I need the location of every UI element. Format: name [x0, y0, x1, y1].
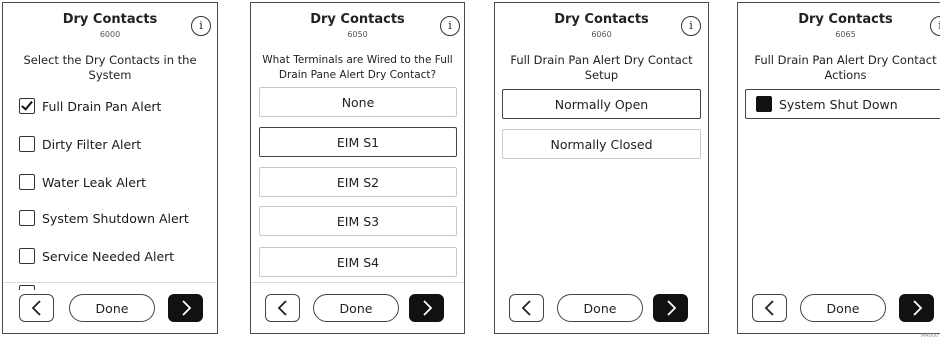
checkbox-checked-icon[interactable]: [19, 98, 35, 114]
chevron-right-icon: [181, 300, 191, 316]
info-icon[interactable]: i: [440, 16, 460, 36]
checkbox-label: System Shutdown Alert: [42, 210, 189, 226]
checkbox-label: Service Needed Alert: [42, 248, 175, 264]
checkbox-label: System Shut Down: [779, 96, 898, 112]
screen-prompt-text: Full Drain Pan Alert Dry Contact Actions: [754, 53, 937, 82]
option-eim-s2[interactable]: EIM S2: [259, 167, 457, 197]
chevron-left-icon: [764, 300, 774, 316]
screen-prompt: Select the Dry Contacts in the System: [23, 53, 197, 82]
option-normally-open[interactable]: Normally Open: [502, 89, 701, 119]
back-button[interactable]: [265, 294, 300, 322]
screen-code: 6000: [99, 30, 121, 39]
info-icon[interactable]: i: [681, 16, 701, 36]
screen-code: 6050: [347, 30, 368, 39]
chevron-right-icon: [422, 300, 432, 316]
screen-footer: Done: [251, 282, 464, 333]
checkbox-system-shutdown-alert[interactable]: System Shutdown Alert: [19, 209, 189, 227]
screen-title: Dry Contacts: [62, 12, 158, 27]
option-normally-closed[interactable]: Normally Closed: [502, 129, 701, 159]
info-icon[interactable]: i: [191, 16, 211, 36]
done-button[interactable]: Done: [800, 294, 886, 322]
checkbox-unchecked-icon[interactable]: [19, 210, 35, 226]
next-button[interactable]: [653, 294, 688, 322]
next-button[interactable]: [899, 294, 934, 322]
screen-footer: Done: [738, 283, 940, 333]
back-button[interactable]: [19, 294, 54, 322]
done-button[interactable]: Done: [313, 294, 399, 322]
checkbox-unchecked-icon[interactable]: [19, 136, 35, 152]
option-none[interactable]: None: [259, 87, 457, 117]
chevron-left-icon: [277, 300, 287, 316]
screen-dry-contacts-6060: Dry Contacts 6060 i Full Drain Pan Alert…: [494, 2, 709, 334]
checkbox-unchecked-icon[interactable]: [19, 174, 35, 190]
screen-code: 6065: [835, 30, 856, 39]
checkbox-service-needed-alert[interactable]: Service Needed Alert: [19, 247, 174, 265]
next-button[interactable]: [168, 294, 203, 322]
option-eim-s3[interactable]: EIM S3: [259, 206, 457, 236]
done-button[interactable]: Done: [557, 294, 643, 322]
chevron-left-icon: [521, 300, 531, 316]
next-button[interactable]: [409, 294, 444, 322]
figure-id: M4000: [920, 333, 938, 339]
screen-dry-contacts-6050: Dry Contacts 6050 i What Terminals are W…: [250, 2, 465, 334]
screen-footer: Done: [3, 282, 217, 333]
back-button[interactable]: [752, 294, 787, 322]
checkbox-label: Full Drain Pan Alert: [42, 98, 162, 114]
option-eim-s1[interactable]: EIM S1: [259, 127, 457, 157]
screen-footer: Done: [495, 283, 708, 333]
checkbox-system-shut-down[interactable]: System Shut Down: [745, 89, 940, 119]
checkbox-dirty-filter-alert[interactable]: Dirty Filter Alert: [19, 135, 141, 153]
screen-dry-contacts-6000: Dry Contacts 6000 i Select the Dry Conta…: [2, 2, 218, 334]
screen-code: 6060: [591, 30, 612, 39]
screen-prompt: Full Drain Pan Alert Dry Contact Setup: [510, 53, 693, 82]
option-eim-s4[interactable]: EIM S4: [259, 247, 457, 277]
checkbox-water-leak-alert[interactable]: Water Leak Alert: [19, 173, 146, 191]
checkbox-full-drain-pan-alert[interactable]: Full Drain Pan Alert: [19, 97, 161, 115]
screen-prompt: Full Drain Pan Alert Dry Contact Actions: [738, 53, 940, 83]
screen-title: Dry Contacts: [798, 12, 893, 27]
checkbox-label: Dirty Filter Alert: [42, 136, 142, 152]
back-button[interactable]: [509, 294, 544, 322]
screen-title: Dry Contacts: [310, 12, 405, 27]
chevron-left-icon: [31, 300, 41, 316]
checkbox-label: Water Leak Alert: [42, 174, 146, 190]
screen-title: Dry Contacts: [554, 12, 649, 27]
figure-stage: Dry Contacts 6000 i Select the Dry Conta…: [0, 0, 940, 339]
chevron-right-icon: [666, 300, 676, 316]
screen-dry-contacts-6065: Dry Contacts 6065 i Full Drain Pan Alert…: [737, 2, 940, 334]
screen-inner: Dry Contacts 6065 i Full Drain Pan Alert…: [738, 3, 940, 333]
done-button[interactable]: Done: [69, 294, 155, 322]
chevron-right-icon: [912, 300, 922, 316]
checkbox-unchecked-icon[interactable]: [19, 248, 35, 264]
screen-prompt: What Terminals are Wired to the Full Dra…: [262, 54, 453, 81]
checkbox-checked-icon[interactable]: [756, 96, 772, 112]
